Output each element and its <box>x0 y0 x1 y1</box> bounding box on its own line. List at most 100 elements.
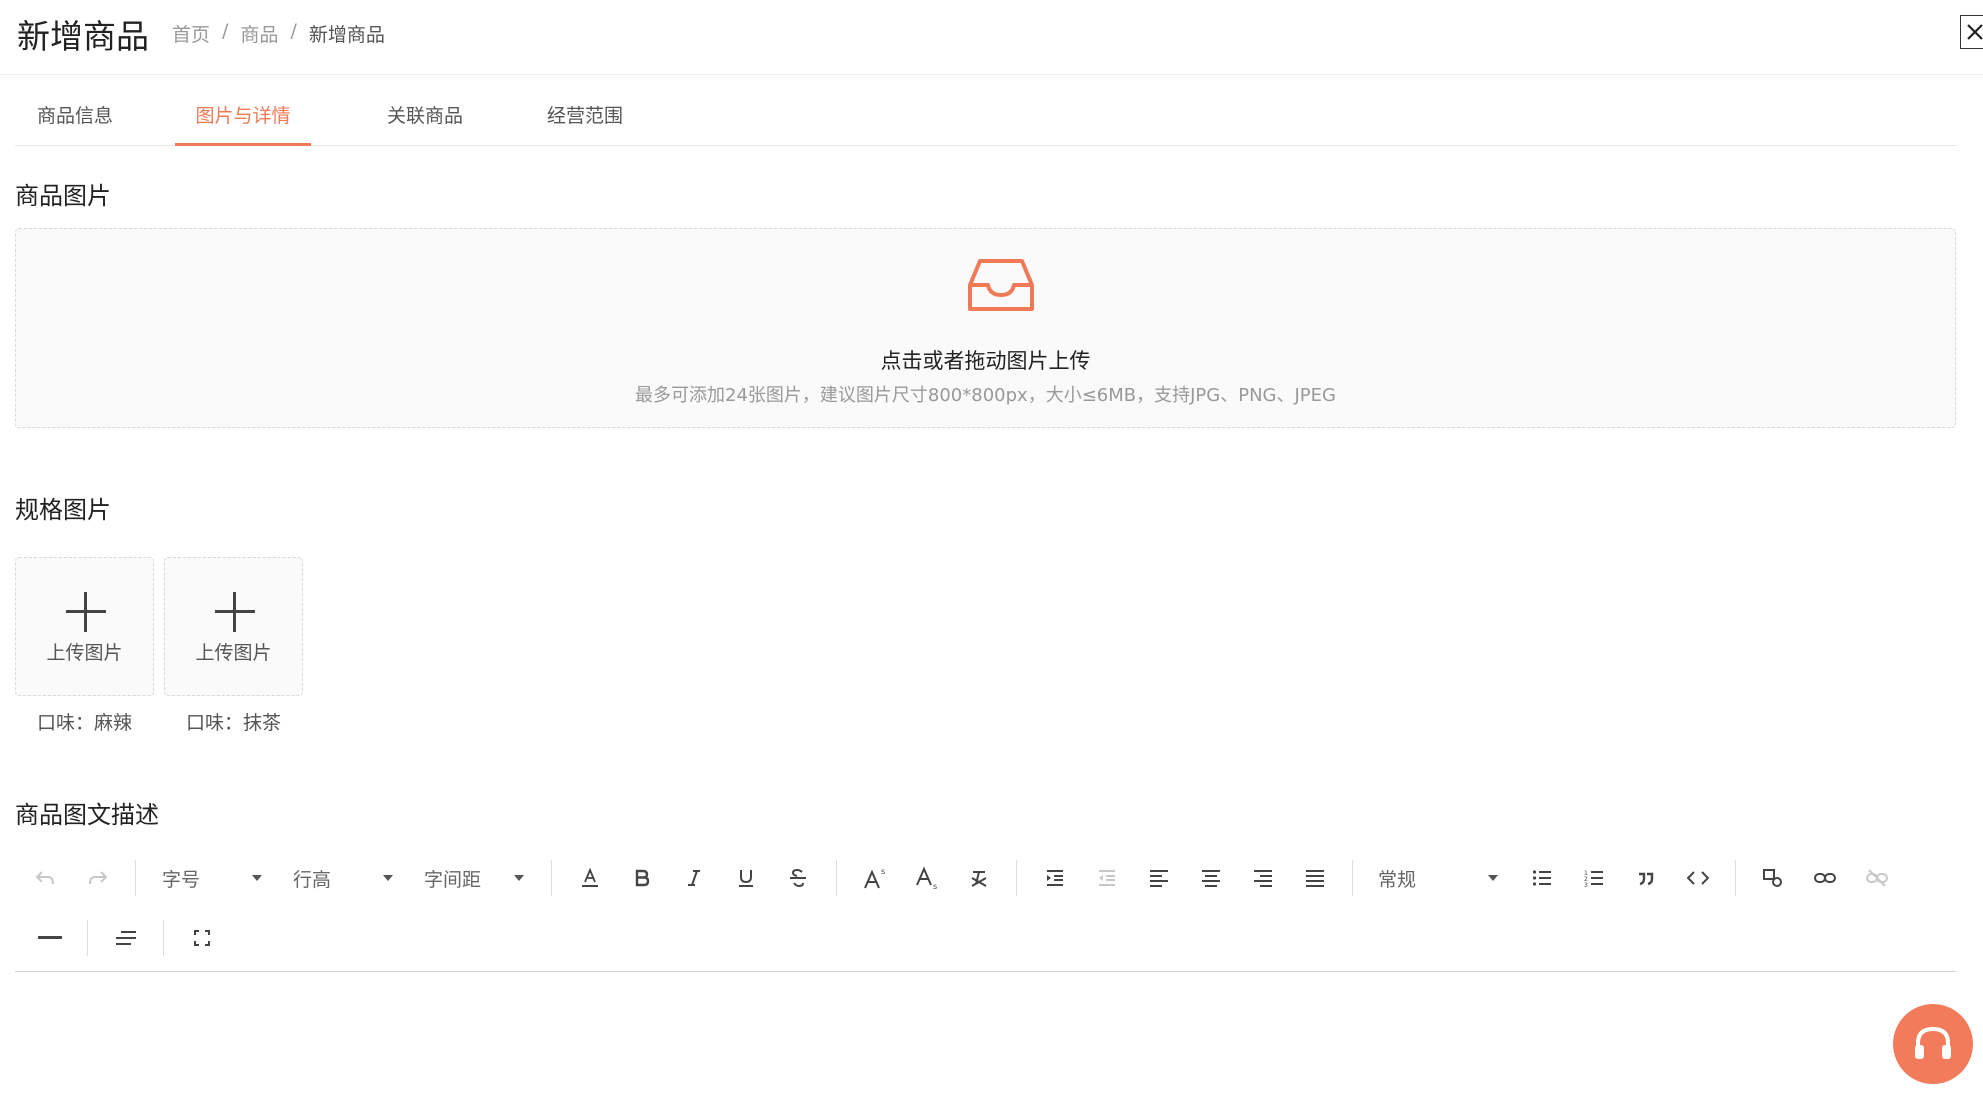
page-header: 新增商品 首页 / 商品 / 新增商品 <box>0 0 1983 75</box>
breadcrumb-home[interactable]: 首页 <box>172 20 210 47</box>
spec-caption-mala: 口味：麻辣 <box>36 712 132 734</box>
strikethrough-button[interactable] <box>783 863 813 893</box>
block-type-select[interactable]: 常规 <box>1378 863 1498 893</box>
align-left-button[interactable] <box>1144 863 1174 893</box>
align-center-button[interactable] <box>1196 863 1226 893</box>
line-height-select[interactable]: 行高 <box>293 863 393 893</box>
fullscreen-button[interactable] <box>187 923 217 953</box>
svg-text:s: s <box>933 882 937 890</box>
indent-button[interactable] <box>1040 863 1070 893</box>
letter-spacing-label: 字间距 <box>424 868 482 891</box>
toolbar-divider <box>163 920 164 956</box>
align-left-icon <box>1150 870 1168 887</box>
link-icon <box>1814 873 1836 883</box>
spec-images-title: 规格图片 <box>15 496 111 524</box>
bullet-list-icon <box>1532 870 1551 886</box>
breadcrumb-product[interactable]: 商品 <box>240 20 278 47</box>
tab-product-info[interactable]: 商品信息 <box>15 96 135 146</box>
unlink-button[interactable] <box>1862 863 1892 893</box>
toolbar-divider <box>836 860 837 896</box>
close-icon <box>1967 24 1983 40</box>
font-color-icon <box>582 867 598 887</box>
page-title: 新增商品 <box>17 17 149 56</box>
close-button[interactable] <box>1960 15 1983 49</box>
plus-icon <box>215 592 255 632</box>
spec-image-upload-matcha[interactable]: 上传图片 <box>164 557 303 696</box>
tab-related-products[interactable]: 关联商品 <box>365 96 485 146</box>
bullet-list-button[interactable] <box>1527 863 1557 893</box>
align-center-icon <box>1202 870 1220 887</box>
product-image-dropzone[interactable]: 点击或者拖动图片上传 最多可添加24张图片，建议图片尺寸800*800px，大小… <box>15 228 1956 428</box>
unlink-icon <box>1866 869 1888 887</box>
align-right-button[interactable] <box>1248 863 1278 893</box>
superscript-icon: s <box>864 867 885 889</box>
code-icon <box>1687 871 1709 885</box>
insert-link-button[interactable] <box>1810 863 1840 893</box>
svg-text:3: 3 <box>1584 882 1588 887</box>
upload-image-label: 上传图片 <box>46 642 123 664</box>
align-justify-button[interactable] <box>1300 863 1330 893</box>
font-size-label: 字号 <box>162 868 201 891</box>
blockquote-button[interactable] <box>1631 863 1661 893</box>
insert-media-button[interactable] <box>1758 863 1788 893</box>
outdent-button[interactable] <box>1092 863 1122 893</box>
chevron-down-icon <box>514 875 524 881</box>
media-icon <box>1763 869 1782 887</box>
customer-service-button[interactable] <box>1893 1004 1973 1084</box>
breadcrumb-separator: / <box>222 20 229 42</box>
description-title: 商品图文描述 <box>15 801 159 829</box>
italic-button[interactable] <box>679 863 709 893</box>
subscript-button[interactable]: s <box>912 863 944 893</box>
redo-icon <box>89 871 108 885</box>
clear-format-icon <box>971 871 987 887</box>
undo-button[interactable] <box>30 863 60 893</box>
plus-icon <box>66 592 106 632</box>
letter-spacing-select[interactable]: 字间距 <box>424 863 524 893</box>
breadcrumb: 首页 / 商品 / 新增商品 <box>172 20 385 47</box>
underline-button[interactable] <box>731 863 761 893</box>
ordered-list-icon: 123 <box>1584 870 1603 887</box>
horizontal-rule-button[interactable] <box>35 923 65 953</box>
toolbar-divider <box>1735 860 1736 896</box>
toolbar-divider <box>551 860 552 896</box>
product-images-title: 商品图片 <box>15 182 111 210</box>
tab-images-details[interactable]: 图片与详情 <box>175 96 311 146</box>
toolbar-divider <box>1352 860 1353 896</box>
upload-hint: 最多可添加24张图片，建议图片尺寸800*800px，大小≤6MB，支持JPG、… <box>635 385 1336 406</box>
inbox-icon <box>968 259 1034 311</box>
tab-business-scope[interactable]: 经营范围 <box>525 96 645 146</box>
line-height-label: 行高 <box>293 868 332 891</box>
tab-bar: 商品信息 图片与详情 关联商品 经营范围 <box>15 96 1957 146</box>
fullscreen-icon <box>194 930 210 946</box>
chevron-down-icon <box>252 875 262 881</box>
chevron-down-icon <box>383 875 393 881</box>
code-button[interactable] <box>1683 863 1713 893</box>
font-size-select[interactable]: 字号 <box>162 863 262 893</box>
breadcrumb-separator: / <box>290 20 297 42</box>
chevron-down-icon <box>1488 875 1498 881</box>
upload-image-label: 上传图片 <box>195 642 272 664</box>
text-indent-icon <box>116 931 136 945</box>
italic-icon <box>688 870 700 886</box>
indent-icon <box>1047 870 1063 886</box>
horizontal-rule-icon <box>38 936 62 939</box>
text-indent-button[interactable] <box>111 923 141 953</box>
clear-format-button[interactable] <box>964 863 994 893</box>
upload-instruction: 点击或者拖动图片上传 <box>880 349 1091 373</box>
align-right-icon <box>1254 870 1272 887</box>
align-justify-icon <box>1306 870 1324 887</box>
undo-icon <box>35 871 54 885</box>
outdent-icon <box>1099 870 1115 886</box>
bold-button[interactable] <box>627 863 657 893</box>
quote-icon <box>1639 872 1654 886</box>
redo-button[interactable] <box>83 863 113 893</box>
spec-image-upload-mala[interactable]: 上传图片 <box>15 557 154 696</box>
strikethrough-icon <box>790 868 806 888</box>
superscript-button[interactable]: s <box>860 863 892 893</box>
toolbar-divider <box>135 860 136 896</box>
bold-icon <box>635 869 650 887</box>
headset-icon <box>1915 1026 1951 1059</box>
breadcrumb-current: 新增商品 <box>308 24 385 46</box>
ordered-list-button[interactable]: 123 <box>1579 863 1609 893</box>
font-color-button[interactable] <box>575 863 605 893</box>
